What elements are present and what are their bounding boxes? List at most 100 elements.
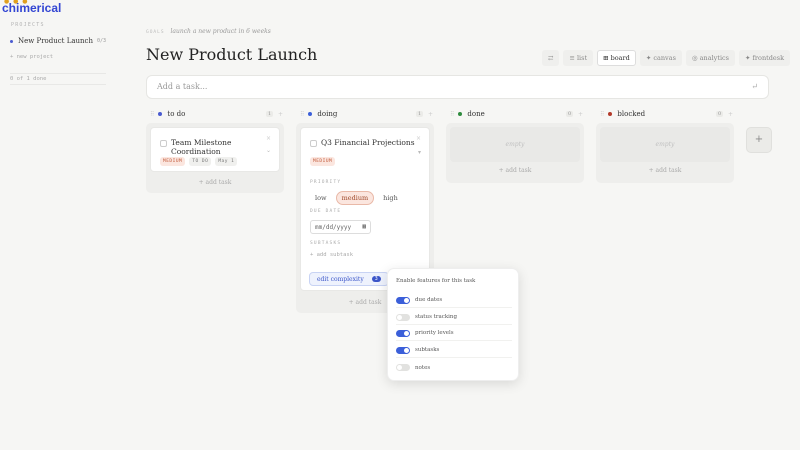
swap-icon[interactable]: ⇄ [542, 50, 560, 66]
feature-row-subtasks[interactable]: subtasks [396, 343, 512, 358]
view-switcher: ⇄ ≡ list ⊞ board ✦ canvas ◎ analytics ✦ … [542, 50, 791, 66]
breadcrumb-goal[interactable]: launch a new product in 6 weeks [170, 28, 270, 35]
feature-label: priority levels [415, 330, 454, 336]
column-header-doing[interactable]: ⠿ doing 1 + [300, 109, 434, 119]
expand-icon[interactable]: ⌄ [266, 147, 271, 154]
task-checkbox[interactable] [310, 140, 317, 147]
due-date-label: DUE DATE [310, 209, 342, 214]
column-count: 1 [416, 111, 424, 117]
toggle-switch[interactable] [396, 313, 410, 321]
column-count: 1 [266, 111, 274, 117]
sidebar-project-count: 0/3 [96, 38, 106, 44]
priority-badge: MEDIUM [310, 157, 336, 166]
priority-low[interactable]: low [310, 192, 332, 204]
add-subtask-button[interactable]: + add subtask [310, 252, 353, 258]
empty-placeholder: empty [450, 127, 580, 162]
column-header-blocked[interactable]: ⠿ blocked 0 + [600, 109, 734, 119]
view-list-button[interactable]: ≡ list [563, 50, 594, 66]
column-add-icon[interactable]: + [578, 111, 583, 118]
close-icon[interactable]: × [416, 135, 421, 142]
column-title: done [467, 110, 485, 118]
breadcrumb-label: GOALS [146, 30, 165, 35]
due-badge: May 1 [215, 157, 238, 166]
view-board-button[interactable]: ⊞ board [597, 50, 636, 66]
column-add-icon[interactable]: + [728, 111, 733, 118]
column-title: blocked [617, 110, 646, 118]
column-add-icon[interactable]: + [428, 111, 433, 118]
done-summary: 0 of 1 done [10, 73, 106, 85]
feature-label: notes [415, 364, 431, 371]
feature-row-priority-levels[interactable]: priority levels [396, 326, 512, 341]
feature-row-notes[interactable]: notes [396, 360, 512, 375]
drag-handle-icon[interactable]: ⠿ [150, 111, 154, 118]
sidebar-item-project[interactable]: New Product Launch 0/3 [10, 36, 106, 46]
priority-selector: low medium high [310, 191, 403, 205]
new-project-button[interactable]: + new project [10, 54, 53, 60]
status-dot-icon [458, 112, 463, 116]
status-dot-icon [158, 112, 163, 116]
sidebar-project-name: New Product Launch [18, 37, 93, 45]
priority-medium[interactable]: medium [335, 191, 375, 205]
priority-badge: MEDIUM [160, 157, 186, 166]
add-task-button[interactable]: + add task [596, 167, 734, 174]
empty-placeholder: empty [600, 127, 730, 162]
column-title: doing [317, 110, 338, 118]
status-dot-icon [308, 112, 313, 116]
task-card[interactable]: Team Milestone Coordination × ⌄ MEDIUM T… [150, 127, 280, 172]
edit-complexity-label: edit complexity [317, 275, 364, 283]
project-dot-icon [10, 39, 13, 43]
features-popover: Enable features for this task due dates … [387, 268, 519, 381]
feature-row-due-dates[interactable]: due dates [396, 293, 512, 308]
due-date-input[interactable]: mm/dd/yyyy ▦ [310, 220, 371, 234]
status-dot-icon [608, 112, 613, 116]
task-tags: MEDIUM TO DO May 1 [160, 157, 238, 166]
edit-complexity-button[interactable]: edit complexity 3 [309, 272, 389, 286]
column-count: 0 [716, 111, 724, 117]
toggle-switch[interactable] [396, 346, 410, 354]
collapse-icon[interactable]: ▾ [418, 149, 421, 156]
drag-handle-icon[interactable]: ⠿ [600, 111, 604, 118]
task-card-expanded[interactable]: Q3 Financial Projections × ▾ MEDIUM PRIO… [300, 127, 430, 291]
column-blocked: empty + add task [596, 123, 734, 183]
calendar-icon[interactable]: ▦ [362, 223, 366, 230]
view-frontdesk-button[interactable]: ✦ frontdesk [739, 50, 791, 66]
feature-label: status tracking [415, 314, 457, 320]
priority-high[interactable]: high [378, 192, 403, 204]
column-count: 0 [566, 111, 574, 117]
status-badge: TO DO [189, 157, 212, 166]
toggle-switch[interactable] [396, 329, 410, 337]
view-analytics-button[interactable]: ◎ analytics [685, 50, 736, 66]
add-task-input[interactable]: Add a task... ↵ [146, 75, 769, 99]
enter-icon[interactable]: ↵ [751, 82, 758, 91]
add-task-button[interactable]: + add task [446, 167, 584, 174]
subtasks-label: SUBTASKS [310, 241, 342, 246]
add-task-placeholder: Add a task... [157, 82, 208, 91]
drag-handle-icon[interactable]: ⠿ [450, 111, 454, 118]
task-title[interactable]: Q3 Financial Projections [321, 138, 415, 147]
toggle-switch[interactable] [396, 364, 410, 371]
popover-title: Enable features for this task [396, 278, 476, 284]
column-todo: Team Milestone Coordination × ⌄ MEDIUM T… [146, 123, 284, 193]
column-header-todo[interactable]: ⠿ to do 1 + [150, 109, 284, 119]
task-title[interactable]: Team Milestone Coordination [171, 138, 279, 156]
sidebar-section-label: PROJECTS [11, 22, 45, 28]
column-header-done[interactable]: ⠿ done 0 + [450, 109, 584, 119]
feature-row-status-tracking[interactable]: status tracking [396, 310, 512, 325]
add-column-button[interactable]: + [746, 127, 772, 153]
complexity-count-badge: 3 [371, 276, 381, 282]
drag-handle-icon[interactable]: ⠿ [300, 111, 304, 118]
feature-label: subtasks [415, 347, 440, 353]
task-tags: MEDIUM [310, 157, 336, 166]
page-title: New Product Launch [146, 45, 318, 64]
due-date-placeholder: mm/dd/yyyy [315, 224, 352, 231]
close-icon[interactable]: × [266, 135, 271, 142]
column-title: to do [167, 110, 186, 118]
add-task-button[interactable]: + add task [146, 179, 284, 186]
brand-logo[interactable]: chimerical [2, 1, 61, 15]
toggle-switch[interactable] [396, 296, 410, 304]
column-done: empty + add task [446, 123, 584, 183]
column-add-icon[interactable]: + [278, 111, 283, 118]
view-canvas-button[interactable]: ✦ canvas [639, 50, 682, 66]
breadcrumb: GOALS launch a new product in 6 weeks [146, 28, 271, 35]
task-checkbox[interactable] [160, 140, 167, 147]
